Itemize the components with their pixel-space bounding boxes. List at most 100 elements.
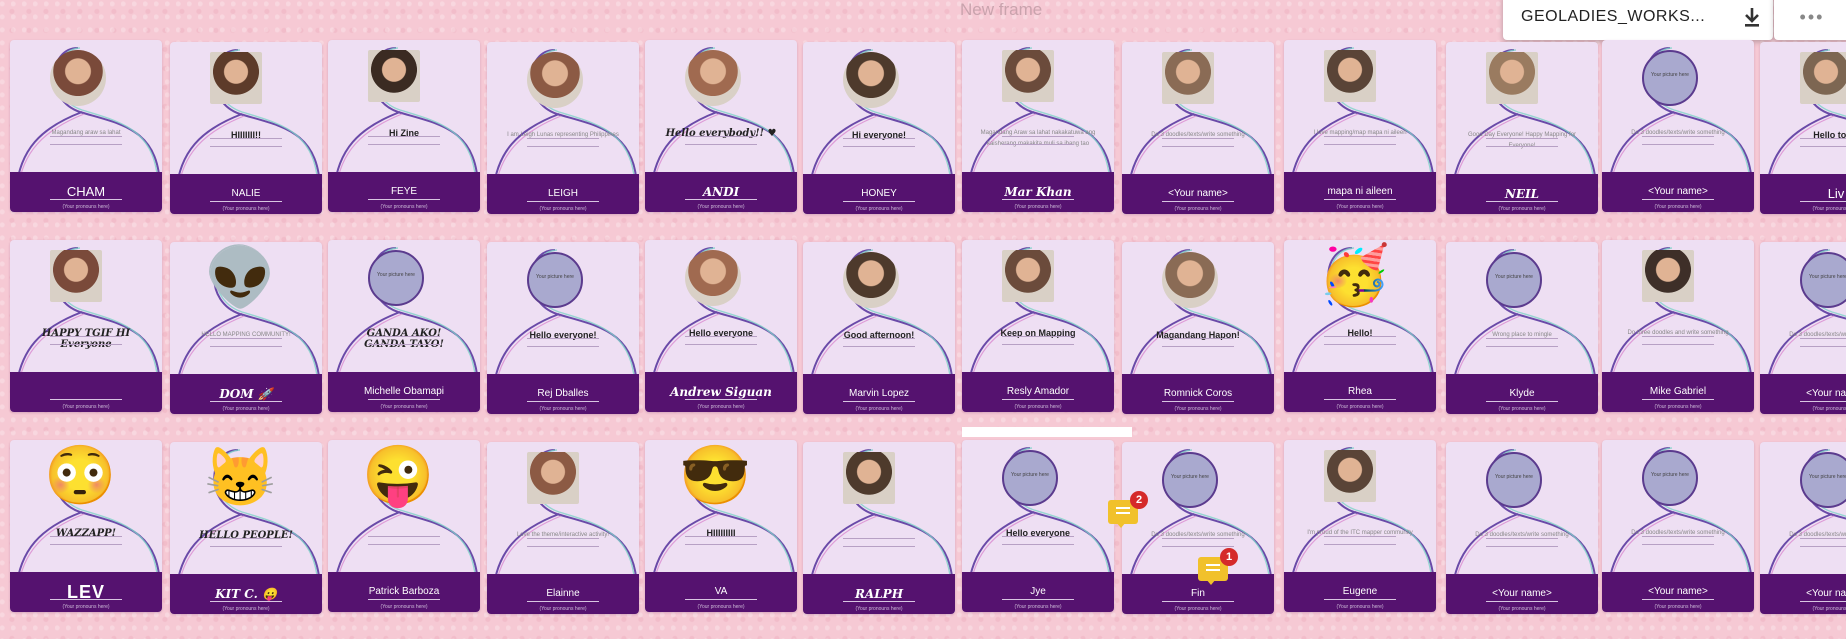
name-underline <box>527 601 599 602</box>
divider <box>210 338 282 339</box>
card-message: Hello everyone <box>688 328 754 338</box>
participant-card[interactable]: RALPH (Your pronouns here) <box>803 442 955 614</box>
participant-card[interactable]: Your picture here Hello everyone Jye (Your … <box>962 440 1114 612</box>
participant-name: FEYE <box>390 186 418 197</box>
participant-name: Jye <box>1030 586 1046 597</box>
participant-name: KIT C. 😛 <box>215 587 277 601</box>
pronoun-placeholder: (Your pronouns here) <box>1812 206 1846 212</box>
avatar <box>210 52 262 104</box>
divider <box>1642 344 1714 345</box>
card-message: Do 3 doodles/texts/write something <box>1789 332 1846 338</box>
photo-placeholder-text: Your picture here <box>1495 274 1533 280</box>
avatar <box>685 50 741 106</box>
participant-card[interactable]: Your picture here Do 3 doodles/texts/writ… <box>1122 442 1274 614</box>
participant-card[interactable]: I am Leigh Lunas representing Philippine… <box>487 42 639 214</box>
participant-card[interactable]: Your picture here GANDA AKO! GANDA TAYO! M… <box>328 240 480 412</box>
divider <box>1162 138 1234 139</box>
divider <box>1800 538 1846 539</box>
comment-icon[interactable]: 2 <box>1108 491 1148 530</box>
comment-icon[interactable]: 1 <box>1198 548 1238 587</box>
photo-placeholder-text: Your picture here <box>1651 72 1689 78</box>
avatar <box>50 50 106 106</box>
divider <box>1642 536 1714 537</box>
participant-card[interactable]: 😸 HELLO PEOPLE! KIT C. 😛 (Your pronouns her… <box>170 442 322 614</box>
participant-card[interactable]: I'm proud of the ITC mapper community Eug… <box>1284 440 1436 612</box>
name-underline <box>368 399 440 400</box>
pronoun-placeholder: (Your pronouns here) <box>697 604 745 610</box>
divider <box>1002 336 1074 337</box>
divider <box>210 538 282 539</box>
pronoun-placeholder: (Your pronouns here) <box>697 204 745 210</box>
participant-card[interactable]: Your picture here Do 3 doodles/texts/writ… <box>1760 242 1846 414</box>
participant-card[interactable]: Your picture here Do 3 doodles/texts/writ… <box>1446 442 1598 614</box>
participant-card[interactable]: Good Day Everyone! Happy Mapping for Eve… <box>1446 42 1598 214</box>
card-message: Do 3 doodles/texts/write something <box>1151 132 1245 138</box>
participant-card[interactable]: Do 3 doodles/texts/write something <Your … <box>1122 42 1274 214</box>
participant-card[interactable]: Hello to all Liv (Your pronouns here) <box>1760 42 1846 214</box>
frame-title[interactable]: New frame <box>960 0 1042 20</box>
divider <box>368 136 440 137</box>
download-panel[interactable]: GEOLADIES_WORKS... <box>1503 0 1773 40</box>
participant-card[interactable]: Good afternoon! Marvin Lopez (Your pronoun… <box>803 242 955 414</box>
divider <box>527 338 599 339</box>
card-message: I love mapping/map mapa ni aileen <box>1313 130 1407 136</box>
divider <box>1324 536 1396 537</box>
more-options-icon[interactable]: ••• <box>1774 0 1846 40</box>
participant-card[interactable]: Magandang Araw sa lahat nakakatuwa ang k… <box>962 40 1114 212</box>
participant-name: LEV <box>66 585 105 599</box>
participant-card[interactable]: Hello everyone Andrew Siguan (Your pronoun… <box>645 240 797 412</box>
pronoun-placeholder: (Your pronouns here) <box>539 606 587 612</box>
participant-card[interactable]: Your picture here Do 3 doodles/texts/writ… <box>1602 40 1754 212</box>
participant-card[interactable]: Love the theme/interactive activity! Elai… <box>487 442 639 614</box>
participant-card[interactable]: 🥳 Hello! Rhea (Your pronouns here) <box>1284 240 1436 412</box>
participant-card[interactable]: I love mapping/map mapa ni aileen mapa ni… <box>1284 40 1436 212</box>
avatar <box>1162 52 1214 104</box>
divider <box>527 538 599 539</box>
participant-card[interactable]: 😳 WAZZAPP! LEV (Your pronouns here) <box>10 440 162 612</box>
pronoun-placeholder: (Your pronouns here) <box>222 206 270 212</box>
pronoun-placeholder: (Your pronouns here) <box>1174 406 1222 412</box>
participant-card[interactable]: Your picture here Do 3 doodles/texts/writ… <box>1602 440 1754 612</box>
name-underline <box>1002 399 1074 400</box>
divider <box>1800 138 1846 139</box>
participant-card[interactable]: 👽 HELLO MAPPING COMMUNITY! DOM 🚀 (Your pron… <box>170 242 322 414</box>
participant-card[interactable]: Hello everybody!! ♥ ANDI (Your pronouns he… <box>645 40 797 212</box>
participant-name: CHAM <box>66 185 106 199</box>
divider <box>1324 544 1396 545</box>
avatar <box>1002 50 1054 102</box>
participant-card[interactable]: HAPPY TGIF HI Everyone (Your pronouns her… <box>10 240 162 412</box>
divider <box>368 144 440 145</box>
download-icon[interactable] <box>1731 0 1773 38</box>
participant-name: NEIL <box>1504 187 1540 201</box>
participant-card[interactable]: Do three doodles and write something Mike… <box>1602 240 1754 412</box>
name-underline <box>685 199 757 200</box>
participant-card[interactable]: Keep on Mapping Resly Amador (Your pronoun… <box>962 240 1114 412</box>
participant-card[interactable]: Hi everyone! HONEY (Your pronouns here) <box>803 42 955 214</box>
participant-name: RALPH <box>854 587 904 601</box>
participant-card[interactable]: HIIIIIII!! NALIE (Your pronouns here) <box>170 42 322 214</box>
participant-card[interactable]: Your picture here Do 3 doodles/texts/writ… <box>1760 442 1846 614</box>
pronoun-placeholder: (Your pronouns here) <box>62 204 110 210</box>
avatar <box>843 252 899 308</box>
participant-card[interactable]: Your picture here Hello everyone! Rej Dbal… <box>487 242 639 414</box>
participant-card[interactable]: 😜 Patrick Barboza (Your pronouns here) <box>328 440 480 612</box>
participant-card[interactable]: 😎 HIIIIIIIII VA (Your pronouns here) <box>645 440 797 612</box>
name-underline <box>1162 601 1234 602</box>
pronoun-placeholder: (Your pronouns here) <box>1014 204 1062 210</box>
card-message: Do 3 doodles/texts/write something <box>1151 532 1245 538</box>
card-message: Hello everyone! <box>529 330 597 340</box>
participant-card[interactable]: Magandang araw sa lahat CHAM (Your pronoun… <box>10 40 162 212</box>
divider <box>210 546 282 547</box>
divider <box>1486 146 1558 147</box>
participant-card[interactable]: Your picture here Wrong place to mingle Kl… <box>1446 242 1598 414</box>
divider <box>1324 336 1396 337</box>
pronoun-placeholder: (Your pronouns here) <box>1174 206 1222 212</box>
divider <box>527 138 599 139</box>
avatar <box>1800 52 1846 104</box>
participant-card[interactable]: Magandang Hapon! Romnick Coros (Your prono… <box>1122 242 1274 414</box>
divider <box>1002 544 1074 545</box>
avatar-emoji-icon: 👽 <box>204 245 277 310</box>
card-message: HELLO PEOPLE! <box>199 530 293 541</box>
photo-placeholder: Your picture here <box>1486 252 1542 308</box>
participant-card[interactable]: Hi Zine FEYE (Your pronouns here) <box>328 40 480 212</box>
